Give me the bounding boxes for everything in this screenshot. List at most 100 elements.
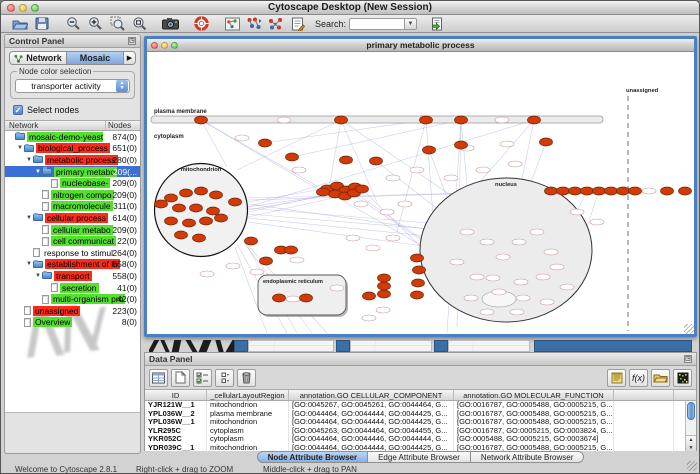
table-cell[interactable]: YPL036W__2 bbox=[145, 410, 207, 419]
selected-gene-node[interactable] bbox=[300, 294, 313, 302]
notepad-icon[interactable] bbox=[607, 369, 626, 387]
table-row[interactable]: YPL036W__1mitochondrion[GO:0044464, GO:0… bbox=[145, 418, 696, 427]
gene-node[interactable] bbox=[570, 209, 584, 215]
selected-gene-node[interactable] bbox=[455, 116, 468, 124]
table-cell[interactable]: [GO:0005488, GO:0005215, GO:0003674] bbox=[454, 435, 614, 444]
gene-node[interactable] bbox=[235, 135, 249, 141]
selected-gene-node[interactable] bbox=[207, 207, 220, 215]
gene-node[interactable] bbox=[460, 229, 474, 235]
selected-gene-node[interactable] bbox=[285, 246, 298, 254]
more-tabs-icon[interactable]: ▶ bbox=[124, 51, 136, 65]
selected-gene-node[interactable] bbox=[155, 200, 168, 208]
gene-node[interactable] bbox=[286, 296, 300, 302]
tree-row[interactable]: secretion41(0) bbox=[5, 282, 140, 294]
save-session-icon[interactable] bbox=[31, 16, 53, 32]
disclosure-triangle-icon[interactable]: ▼ bbox=[25, 215, 33, 221]
selected-gene-node[interactable] bbox=[679, 187, 692, 195]
tree-row[interactable]: multi-organism pro42(0) bbox=[5, 293, 140, 305]
table-cell[interactable] bbox=[614, 435, 674, 444]
gene-node[interactable] bbox=[500, 141, 514, 147]
selected-gene-node[interactable] bbox=[528, 116, 541, 124]
selected-gene-node[interactable] bbox=[340, 156, 353, 164]
selected-gene-node[interactable] bbox=[165, 194, 178, 202]
tree-row[interactable]: response to stimul264(0) bbox=[5, 247, 140, 259]
attribute-options-icon[interactable] bbox=[215, 369, 234, 387]
gene-node[interactable] bbox=[480, 239, 494, 245]
selected-gene-node[interactable] bbox=[286, 153, 299, 161]
table-cell[interactable]: [GO:0016787, GO:0005488, GO:0005215, G..… bbox=[454, 410, 614, 419]
disclosure-triangle-icon[interactable]: ▼ bbox=[34, 273, 42, 279]
table-cell[interactable]: YPL036W__1 bbox=[145, 418, 207, 427]
table-cell[interactable]: cytoplasm bbox=[207, 435, 289, 444]
table-cell[interactable]: mitochondrion bbox=[207, 401, 289, 410]
gene-node[interactable] bbox=[386, 235, 400, 241]
gene-node[interactable] bbox=[642, 188, 656, 194]
gene-node[interactable] bbox=[444, 175, 458, 181]
table-cell[interactable]: [GO:0044464, GO:0044444, GO:0044425, G..… bbox=[289, 410, 454, 419]
import-attributes-icon[interactable] bbox=[651, 369, 670, 387]
table-row[interactable]: YLR295Ccytoplasm[GO:0045263, GO:0044464,… bbox=[145, 427, 696, 436]
gene-node[interactable] bbox=[277, 117, 291, 123]
tree-row[interactable]: ▼transport558(0) bbox=[5, 270, 140, 282]
selected-gene-node[interactable] bbox=[605, 187, 618, 195]
selected-gene-node[interactable] bbox=[215, 214, 228, 222]
network-view-titlebar[interactable]: primary metabolic process bbox=[147, 39, 694, 52]
gene-node[interactable] bbox=[590, 219, 604, 225]
gene-node[interactable] bbox=[362, 315, 376, 321]
gene-node[interactable] bbox=[290, 257, 304, 263]
selected-gene-node[interactable] bbox=[183, 219, 196, 227]
annotation-icon[interactable] bbox=[287, 16, 309, 32]
tab-network-attribute-browser[interactable]: Network Attribute Browser bbox=[471, 451, 584, 463]
table-cell[interactable]: YJR121W__1 bbox=[145, 401, 207, 410]
selected-gene-node[interactable] bbox=[413, 266, 426, 274]
matrix-icon[interactable] bbox=[673, 369, 692, 387]
gene-node[interactable] bbox=[512, 239, 526, 245]
tree-row[interactable]: ▼primary metabo209(... bbox=[5, 166, 140, 178]
tree-row[interactable]: ▼cellular process614(0) bbox=[5, 212, 140, 224]
selected-gene-node[interactable] bbox=[363, 292, 376, 300]
gene-node[interactable] bbox=[544, 249, 558, 255]
selected-gene-node[interactable] bbox=[356, 185, 369, 193]
gene-node[interactable] bbox=[480, 309, 494, 315]
new-attribute-icon[interactable] bbox=[171, 369, 190, 387]
selected-gene-node[interactable] bbox=[200, 217, 213, 225]
selected-gene-node[interactable] bbox=[581, 187, 594, 195]
tab-mosaic[interactable]: Mosaic bbox=[67, 51, 124, 65]
gene-node[interactable] bbox=[496, 254, 510, 260]
zoom-fit-icon[interactable] bbox=[128, 16, 150, 32]
gene-node[interactable] bbox=[470, 274, 484, 280]
gene-node[interactable] bbox=[354, 201, 368, 207]
zoom-selected-icon[interactable] bbox=[106, 16, 128, 32]
tree-row[interactable]: cell communicat22(0) bbox=[5, 235, 140, 247]
gene-node[interactable] bbox=[536, 274, 550, 280]
disclosure-triangle-icon[interactable]: ▼ bbox=[25, 157, 33, 163]
selected-gene-node[interactable] bbox=[629, 187, 642, 195]
tree-row[interactable]: Overview8(0) bbox=[5, 317, 140, 329]
selected-gene-node[interactable] bbox=[317, 188, 330, 196]
background-window-edge[interactable] bbox=[234, 340, 248, 352]
tree-row[interactable]: ▼biological_process651(0) bbox=[5, 143, 140, 155]
selected-gene-node[interactable] bbox=[420, 116, 433, 124]
table-cell[interactable]: [GO:0044464, GO:0044446, GO:0044444, G..… bbox=[289, 435, 454, 444]
tab-node-attribute-browser[interactable]: Node Attribute Browser bbox=[257, 451, 369, 463]
column-header[interactable]: _cellularLayoutRegion bbox=[207, 390, 289, 400]
gene-node[interactable] bbox=[486, 275, 500, 281]
table-row[interactable]: YPL036W__2plasma membrane[GO:0044464, GO… bbox=[145, 410, 696, 419]
tree-row[interactable]: mosaic-demo-yeast874(0) bbox=[5, 131, 140, 143]
gene-node[interactable] bbox=[508, 161, 522, 167]
selected-gene-node[interactable] bbox=[378, 290, 391, 298]
gene-node[interactable] bbox=[464, 295, 478, 301]
selected-gene-node[interactable] bbox=[180, 189, 193, 197]
attribute-table-icon[interactable] bbox=[149, 369, 168, 387]
column-header[interactable] bbox=[614, 390, 674, 400]
selected-gene-node[interactable] bbox=[210, 191, 223, 199]
selected-gene-node[interactable] bbox=[411, 291, 424, 299]
network-edge[interactable] bbox=[292, 120, 461, 157]
table-cell[interactable] bbox=[614, 418, 674, 427]
selected-gene-node[interactable] bbox=[245, 237, 258, 245]
app-resize-grip[interactable] bbox=[687, 461, 697, 471]
gene-node[interactable] bbox=[292, 167, 306, 173]
network-edge[interactable] bbox=[237, 120, 341, 170]
resize-grip[interactable] bbox=[684, 324, 694, 334]
tab-network[interactable]: Network bbox=[9, 51, 67, 65]
